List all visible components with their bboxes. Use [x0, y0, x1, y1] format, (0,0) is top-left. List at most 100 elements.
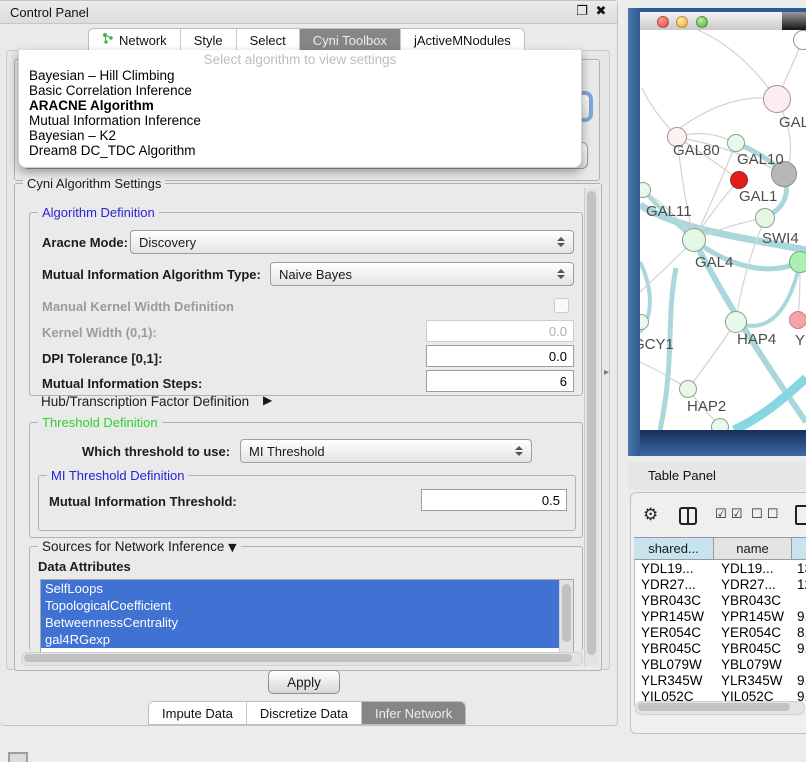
list-item[interactable]: gal4RGexp — [41, 631, 573, 648]
minimized-panel-icon[interactable] — [8, 752, 28, 762]
bottom-tabbar: Impute Data Discretize Data Infer Networ… — [148, 701, 466, 725]
dropdown-option[interactable]: Basic Correlation Inference — [29, 83, 192, 98]
table-row[interactable]: YER054CYER054C8. — [635, 625, 806, 641]
tab-style[interactable]: Style — [181, 29, 237, 51]
cell-shared-name: YDR27... — [641, 577, 696, 592]
splitter-arrow-icon[interactable]: ▸ — [604, 367, 609, 378]
table-row[interactable]: YBL079WYBL079W — [635, 657, 806, 673]
tab-network[interactable]: Network — [89, 29, 181, 51]
settings-vertical-scrollbar[interactable] — [584, 188, 599, 666]
tab-select-label: Select — [250, 33, 286, 48]
kernel-width-input[interactable] — [426, 320, 574, 342]
node-partial-bottom[interactable] — [711, 418, 729, 430]
column-header-partial[interactable] — [792, 537, 806, 560]
tab-infer-network-label: Infer Network — [375, 706, 452, 721]
node-hap2[interactable] — [679, 380, 697, 398]
list-item[interactable]: TopologicalCoefficient — [41, 597, 573, 614]
control-panel-titlebar[interactable]: Control Panel ❐ ✖ — [0, 1, 617, 24]
column-chooser-icon[interactable] — [679, 507, 697, 525]
node-gal4[interactable] — [682, 228, 706, 252]
tab-cyni-toolbox[interactable]: Cyni Toolbox — [300, 29, 401, 51]
node-label: GAL80 — [673, 142, 720, 159]
table-horizontal-scrollbar[interactable] — [635, 701, 805, 715]
table-row[interactable]: YLR345WYLR345W9. — [635, 673, 806, 689]
mi-threshold-label: Mutual Information Threshold: — [49, 494, 237, 509]
tab-impute-data-label: Impute Data — [162, 706, 233, 721]
minimize-traffic-light[interactable] — [676, 16, 688, 28]
tab-discretize-data[interactable]: Discretize Data — [247, 702, 362, 724]
dropdown-option[interactable]: Bayesian – K2 — [29, 128, 116, 143]
maximize-icon[interactable]: ❐ — [574, 4, 590, 20]
node-y-pink[interactable] — [789, 311, 806, 329]
close-traffic-light[interactable] — [657, 16, 669, 28]
tab-infer-network[interactable]: Infer Network — [362, 702, 465, 724]
combo-arrows-icon — [515, 446, 523, 456]
sources-title[interactable]: Sources for Network Inference ▼ — [38, 539, 241, 554]
export-table-icon[interactable] — [795, 505, 806, 525]
column-header-shared-name[interactable]: shared... — [634, 537, 714, 560]
node-partial-top[interactable] — [793, 30, 806, 50]
table-row[interactable]: YBR045CYBR045C9. — [635, 641, 806, 657]
gear-icon[interactable]: ⚙ — [643, 505, 658, 525]
table-row[interactable]: YBR043CYBR043C — [635, 593, 806, 609]
table-row[interactable]: YDL19...YDL19...13 — [635, 561, 806, 577]
node-gal2[interactable] — [763, 85, 791, 113]
node-gal1[interactable] — [755, 208, 775, 228]
aracne-mode-value: Discovery — [139, 235, 196, 250]
data-attributes-label: Data Attributes — [38, 559, 131, 574]
zoom-traffic-light[interactable] — [696, 16, 708, 28]
apply-button[interactable]: Apply — [268, 670, 340, 694]
node-label: Y — [795, 332, 805, 349]
data-attributes-list[interactable]: SelfLoops TopologicalCoefficient Between… — [40, 579, 574, 652]
node-hap4[interactable] — [725, 311, 747, 333]
network-canvas[interactable]: GAL GAL80 GAL10 GAL11 GAL1 GAL4 SWI4 GCY… — [640, 30, 806, 430]
deselect-all-checkboxes-icon[interactable]: ☐ ☐ — [751, 507, 778, 522]
node-label: HAP2 — [687, 398, 726, 415]
hub-section-label[interactable]: Hub/Transcription Factor Definition — [41, 394, 249, 409]
manual-kernel-checkbox[interactable] — [554, 298, 569, 313]
table-row[interactable]: YDR27...YDR27...12 — [635, 577, 806, 593]
close-icon[interactable]: ✖ — [593, 4, 609, 20]
node-table[interactable]: shared... name YDL19...YDL19...13 YDR27.… — [634, 537, 806, 709]
dpi-tolerance-input[interactable] — [426, 345, 574, 367]
cell-shared-name: YPR145W — [641, 609, 704, 624]
select-all-checkboxes-icon[interactable]: ☑ ☑ — [715, 507, 742, 522]
window-frame-bottom — [640, 430, 806, 456]
list-item[interactable]: BetweennessCentrality — [41, 614, 573, 631]
node-swi4[interactable] — [789, 251, 806, 273]
mi-steps-input[interactable] — [426, 370, 574, 392]
dropdown-option[interactable]: Mutual Information Inference — [29, 113, 201, 128]
apply-button-label: Apply — [287, 675, 321, 690]
which-threshold-combobox[interactable]: MI Threshold — [240, 439, 532, 463]
mi-type-combobox[interactable]: Naive Bayes — [270, 262, 574, 286]
dropdown-option[interactable]: Bayesian – Hill Climbing — [29, 68, 175, 83]
network-window-titlebar[interactable] — [640, 12, 806, 30]
hub-collapse-arrow-icon[interactable]: ▶ — [263, 393, 272, 407]
tab-impute-data[interactable]: Impute Data — [149, 702, 247, 724]
node-red-selected[interactable] — [730, 171, 748, 189]
cell-name: YDR27... — [721, 577, 776, 592]
cell-value: 9. — [797, 673, 806, 688]
column-header-name[interactable]: name — [714, 537, 792, 560]
table-row[interactable]: YPR145WYPR145W9. — [635, 609, 806, 625]
mi-threshold-input[interactable] — [421, 489, 567, 511]
mi-type-label: Mutual Information Algorithm Type: — [42, 267, 261, 282]
cell-value: 9. — [797, 609, 806, 624]
table-panel-titlebar[interactable]: Table Panel — [628, 462, 806, 490]
dropdown-option[interactable]: Dream8 DC_TDC Algorithm — [29, 143, 196, 158]
settings-vscrollbar-thumb[interactable] — [587, 191, 596, 655]
aracne-mode-combobox[interactable]: Discovery — [130, 230, 574, 254]
dpi-tolerance-label: DPI Tolerance [0,1]: — [42, 351, 162, 366]
list-item[interactable]: SelfLoops — [41, 580, 573, 597]
network-view-window[interactable]: GAL GAL80 GAL10 GAL11 GAL1 GAL4 SWI4 GCY… — [628, 8, 806, 456]
tab-jactivemnodules[interactable]: jActiveMNodules — [401, 29, 524, 51]
tab-select[interactable]: Select — [237, 29, 300, 51]
settings-horizontal-scrollbar[interactable] — [21, 652, 583, 666]
settings-hscrollbar-thumb[interactable] — [24, 654, 572, 662]
dropdown-option[interactable]: ARACNE Algorithm — [29, 98, 154, 113]
sources-expand-arrow-icon[interactable]: ▼ — [228, 541, 236, 554]
list-vertical-scrollbar[interactable] — [559, 580, 573, 652]
table-hscrollbar-thumb[interactable] — [638, 703, 790, 711]
list-scrollbar-thumb[interactable] — [562, 584, 571, 642]
node-gal10[interactable] — [727, 134, 745, 152]
